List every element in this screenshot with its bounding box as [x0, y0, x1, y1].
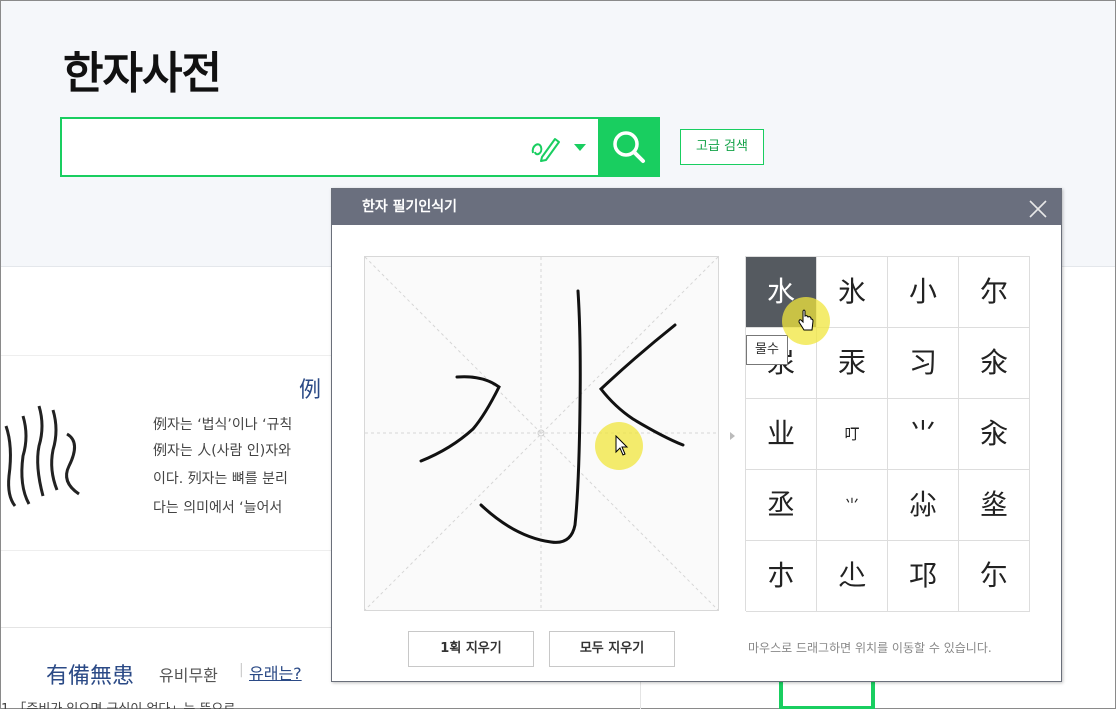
qr-code-frame: [779, 681, 875, 709]
idiom-title[interactable]: 有備無患: [46, 658, 134, 690]
example-text-line: 例자는 人(사람 인)자와: [153, 443, 291, 459]
drag-hint: 마우스로 드래그하면 위치를 이동할 수 있습니다.: [748, 641, 992, 655]
search-icon: [613, 131, 645, 163]
idiom-separator: |: [239, 662, 244, 678]
candidate-character[interactable]: 尔: [959, 257, 1030, 328]
candidate-character[interactable]: 朩: [746, 541, 817, 612]
example-text-line: 이다. 列자는 뼈를 분리: [153, 471, 288, 487]
candidate-character[interactable]: 丞: [746, 470, 817, 541]
candidate-character[interactable]: 业: [746, 399, 817, 470]
example-text-line: 例자는 ‘법식’이나 ‘규칙: [153, 417, 293, 433]
search-button[interactable]: [598, 117, 660, 177]
arrow-cursor-icon: [615, 435, 629, 456]
handwriting-dialog: 한자 필기인식기 水氷小尔汖汞习氽业叮⺌汆丞⺌尛烾朩尐邛尓 물수 1획 지우기 …: [331, 188, 1062, 682]
search-box: [60, 117, 600, 177]
advanced-search-button[interactable]: 고급 검색: [680, 129, 764, 165]
candidate-character[interactable]: 尛: [888, 470, 959, 541]
candidate-character[interactable]: 尓: [959, 541, 1030, 612]
candidate-character[interactable]: 习: [888, 328, 959, 399]
clear-all-button[interactable]: 모두 지우기: [549, 631, 675, 667]
candidate-character[interactable]: 汆: [959, 399, 1030, 470]
candidate-character[interactable]: 汞: [817, 328, 888, 399]
candidate-tooltip: 물수: [746, 335, 788, 365]
drawing-canvas[interactable]: [364, 256, 719, 611]
dictionary-logo[interactable]: 한자사전: [63, 37, 222, 101]
candidate-character[interactable]: 邛: [888, 541, 959, 612]
chevron-down-icon[interactable]: [574, 144, 586, 151]
candidate-character[interactable]: 尐: [817, 541, 888, 612]
clear-stroke-button[interactable]: 1획 지우기: [408, 631, 534, 667]
candidate-character[interactable]: 烾: [959, 470, 1030, 541]
dialog-title-bar[interactable]: 한자 필기인식기: [332, 189, 1061, 225]
idiom-description: 1 「준비가 있으면 근심이 없다」는 뜻으로: [1, 698, 235, 709]
example-character[interactable]: 例: [299, 372, 321, 404]
candidate-character[interactable]: 小: [888, 257, 959, 328]
search-input[interactable]: [70, 127, 510, 167]
idiom-origin-link[interactable]: 유래는?: [249, 660, 302, 684]
candidate-character[interactable]: 氽: [959, 328, 1030, 399]
idiom-reading: 유비무환: [159, 666, 218, 685]
hand-cursor-icon: [798, 309, 814, 331]
example-text-line: 다는 의미에서 ‘늘어서: [153, 500, 283, 516]
candidate-character[interactable]: 叮: [817, 399, 888, 470]
candidate-character[interactable]: ⺌: [888, 399, 959, 470]
handwriting-pen-icon[interactable]: [530, 133, 562, 163]
close-icon[interactable]: [1028, 199, 1048, 219]
candidate-character[interactable]: ⺌: [817, 470, 888, 541]
canvas-arrow-icon: [730, 432, 735, 440]
seal-script-image: [4, 405, 80, 507]
